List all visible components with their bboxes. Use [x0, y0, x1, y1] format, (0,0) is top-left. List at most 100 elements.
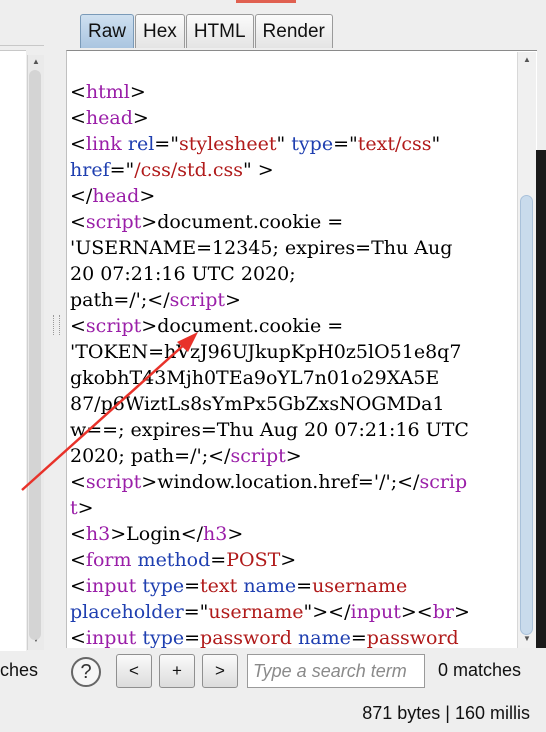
tab-html[interactable]: HTML — [185, 14, 254, 48]
code-token: < — [70, 575, 86, 597]
scroll-down-icon[interactable]: ▼ — [519, 634, 535, 644]
code-line: 20 07:21:16 UTC 2020; — [70, 261, 505, 287]
code-line: 87/p6WiztLs8sYmPx5GbZxsNOGMDa1 — [70, 391, 505, 417]
code-line: href="/css/std.css" > — [70, 157, 505, 183]
code-token: < — [70, 471, 86, 493]
code-token: form — [85, 549, 132, 571]
code-line: <form method=POST> — [70, 547, 505, 573]
code-token: < — [70, 627, 86, 649]
code-token: script — [169, 289, 225, 311]
tab-hex[interactable]: Hex — [135, 14, 185, 48]
code-token: script — [85, 211, 142, 233]
code-token: = — [184, 575, 201, 597]
code-token: > — [139, 185, 156, 207]
code-line: <h3>Login</h3> — [70, 521, 505, 547]
scroll-up-icon[interactable]: ▲ — [28, 57, 44, 67]
raw-content-pane[interactable]: <html> <head> <link rel="stylesheet" type=… — [66, 50, 537, 649]
code-line: 'USERNAME=12345; expires=Thu Aug — [70, 235, 505, 261]
code-token: name — [298, 627, 351, 649]
code-token: href — [70, 159, 110, 181]
left-panel-scroll-thumb[interactable] — [29, 70, 41, 640]
code-token: password — [366, 627, 459, 649]
code-token: >< — [400, 601, 433, 623]
code-line: <link rel="stylesheet" type="text/css" — [70, 131, 505, 157]
code-line: <script>window.location.href='/';</scrip — [70, 469, 505, 495]
help-icon[interactable]: ? — [71, 657, 101, 687]
code-token: rel — [127, 133, 155, 155]
code-token: stylesheet — [178, 133, 277, 155]
add-button[interactable]: + — [159, 654, 195, 688]
response-status: 871 bytes | 160 millis — [362, 703, 530, 723]
code-token: < — [70, 549, 86, 571]
code-token: "></ — [303, 601, 351, 623]
code-token: > — [285, 445, 302, 467]
code-token: link — [85, 133, 122, 155]
code-token: >document.cookie = — [141, 211, 344, 233]
code-line: placeholder="username"></input><br> — [70, 599, 505, 625]
code-token: h3 — [203, 523, 228, 545]
code-token: > — [132, 107, 149, 129]
code-token: > — [227, 523, 244, 545]
code-token: type — [291, 133, 334, 155]
left-matches-label: ches — [0, 660, 39, 680]
code-token: script — [85, 315, 142, 337]
code-token: input — [85, 575, 137, 597]
search-bar: ? < + > 0 matches — [66, 648, 546, 694]
code-token: 'USERNAME=12345; expires=Thu Aug — [70, 237, 453, 259]
code-token: =" — [333, 133, 358, 155]
code-token: html — [85, 81, 130, 103]
code-token: gkobhT43Mjh0TEa9oYL7n01o29XA5E — [70, 367, 440, 389]
code-line: <head> — [70, 105, 505, 131]
next-match-button[interactable]: > — [202, 654, 238, 688]
tab-raw[interactable]: Raw — [80, 14, 135, 48]
code-token: < — [70, 523, 86, 545]
code-token: 2020; path=/';</ — [70, 445, 231, 467]
code-token: = — [210, 549, 227, 571]
code-token: method — [137, 549, 211, 571]
content-scroll-thumb[interactable] — [520, 195, 533, 635]
code-line: t> — [70, 495, 505, 521]
right-edge-panel — [536, 150, 546, 650]
code-token: username — [208, 601, 304, 623]
code-token: script — [230, 445, 286, 467]
splitter-grip[interactable] — [53, 315, 60, 335]
response-viewer: Raw Hex HTML Render <html> <head> <link re… — [66, 0, 537, 700]
left-panel-divider — [0, 45, 44, 46]
code-token: type — [142, 575, 185, 597]
code-token: script — [85, 471, 142, 493]
code-token: =" — [154, 133, 179, 155]
code-token: " — [431, 133, 441, 155]
view-tabs: Raw Hex HTML Render — [80, 14, 334, 50]
code-token: text/css — [357, 133, 432, 155]
code-token: =" — [109, 159, 135, 181]
code-token: 87/p6WiztLs8sYmPx5GbZxsNOGMDa1 — [70, 393, 445, 415]
raw-response-text[interactable]: <html> <head> <link rel="stylesheet" type=… — [70, 79, 505, 649]
previous-match-button[interactable]: < — [116, 654, 152, 688]
left-panel-content — [0, 50, 26, 651]
code-token: br — [432, 601, 454, 623]
code-token: input — [350, 601, 401, 623]
code-line: gkobhT43Mjh0TEa9oYL7n01o29XA5E — [70, 365, 505, 391]
code-token: </ — [70, 185, 93, 207]
code-token: < — [70, 107, 86, 129]
code-token: head — [92, 185, 140, 207]
code-token: >Login</ — [110, 523, 204, 545]
code-token: > — [453, 601, 470, 623]
code-token: input — [85, 627, 137, 649]
code-line: 2020; path=/';</script> — [70, 443, 505, 469]
code-line: <input type=password name=password — [70, 625, 505, 649]
code-token: >window.location.href='/';</ — [141, 471, 420, 493]
code-token: =" — [183, 601, 209, 623]
left-panel: ▲ ▼ — [0, 0, 50, 700]
top-accent — [236, 0, 296, 3]
search-input[interactable] — [247, 654, 425, 688]
code-token: = — [184, 627, 201, 649]
code-token: < — [70, 315, 86, 337]
code-line: <script>document.cookie = — [70, 313, 505, 339]
scroll-up-icon[interactable]: ▲ — [519, 55, 535, 65]
code-token: > — [77, 497, 94, 519]
code-line: w==; expires=Thu Aug 20 07:21:16 UTC — [70, 417, 505, 443]
tab-render[interactable]: Render — [254, 14, 333, 48]
code-token: path=/';</ — [70, 289, 170, 311]
code-token: 20 07:21:16 UTC 2020; — [70, 263, 296, 285]
